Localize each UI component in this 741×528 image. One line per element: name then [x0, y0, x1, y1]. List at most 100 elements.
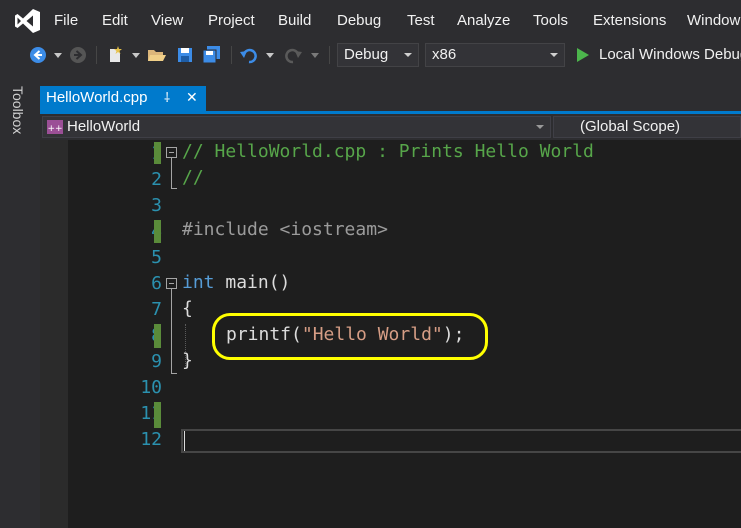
- tab-filename: HelloWorld.cpp: [46, 89, 148, 106]
- new-item-dropdown-button[interactable]: [130, 44, 142, 66]
- menu-test[interactable]: Test: [407, 12, 435, 29]
- toolbar-separator: [96, 46, 97, 64]
- menu-analyze[interactable]: Analyze: [457, 12, 510, 29]
- save-button[interactable]: [174, 44, 196, 66]
- save-all-icon: [202, 46, 220, 64]
- toolbox-panel-strip: [0, 70, 40, 528]
- open-file-button[interactable]: [146, 44, 168, 66]
- save-icon: [178, 48, 192, 62]
- outline-line: [171, 289, 172, 373]
- chevron-down-icon: [311, 52, 319, 58]
- line-number: 11: [140, 403, 162, 424]
- solution-platform-value: x86: [432, 46, 457, 63]
- main-signature: main(): [214, 272, 291, 293]
- redo-dropdown-button[interactable]: [309, 44, 321, 66]
- standard-toolbar: Debug x86 Local Windows Debugger: [0, 40, 741, 70]
- line-number: 9: [151, 351, 162, 372]
- undo-icon: [240, 48, 257, 64]
- project-name: HelloWorld: [67, 118, 141, 135]
- chevron-down-icon: [404, 53, 412, 57]
- solution-platform-dropdown[interactable]: x86: [425, 43, 565, 67]
- outline-line: [171, 188, 177, 189]
- line-number: 6: [151, 273, 162, 294]
- toolbox-tab[interactable]: Toolbox: [10, 86, 26, 134]
- menu-bar: File Edit View Project Build Debug Test …: [0, 0, 741, 40]
- pin-tab-icon[interactable]: ⸸: [164, 88, 170, 106]
- start-debugging-label[interactable]: Local Windows Debugger: [599, 46, 741, 63]
- line-number: 4: [80, 221, 162, 242]
- code-line-2: //: [182, 167, 204, 188]
- line-number: 8: [80, 325, 162, 346]
- scope-dropdown[interactable]: (Global Scope): [553, 116, 741, 138]
- menu-window[interactable]: Window: [687, 12, 740, 29]
- include-directive: #include <iostream>: [182, 219, 388, 240]
- forward-arrow-icon: [70, 47, 86, 63]
- solution-configuration-dropdown[interactable]: Debug: [337, 43, 419, 67]
- document-tab-strip: HelloWorld.cpp ⸸ ✕: [40, 70, 741, 116]
- solution-configuration-value: Debug: [344, 46, 389, 63]
- play-icon: [577, 48, 589, 62]
- change-marker: [154, 220, 161, 243]
- back-arrow-icon: [30, 47, 46, 63]
- tab-underline: [40, 111, 741, 114]
- line-number: 3: [151, 195, 162, 216]
- redo-button[interactable]: [282, 44, 304, 66]
- chevron-down-icon: [536, 125, 544, 129]
- navigation-bar: ++ HelloWorld (Global Scope): [40, 116, 741, 140]
- open-folder-icon: [148, 50, 166, 61]
- undo-dropdown-button[interactable]: [264, 44, 276, 66]
- redo-icon: [285, 48, 302, 64]
- menu-extensions[interactable]: Extensions: [593, 12, 666, 29]
- text-caret: [184, 431, 185, 451]
- toolbar-separator: [231, 46, 232, 64]
- highlight-annotation-circle: [212, 313, 488, 360]
- project-dropdown[interactable]: ++ HelloWorld: [42, 116, 551, 138]
- scope-name: (Global Scope): [580, 118, 681, 135]
- undo-button[interactable]: [238, 44, 260, 66]
- collapse-region-icon[interactable]: [166, 278, 177, 289]
- menu-build[interactable]: Build: [278, 12, 311, 29]
- menu-edit[interactable]: Edit: [102, 12, 128, 29]
- navigate-back-button[interactable]: [28, 44, 48, 66]
- code-line-9: }: [182, 350, 193, 371]
- chevron-down-icon: [266, 52, 274, 58]
- chevron-down-icon: [132, 52, 140, 58]
- line-number: 5: [151, 247, 162, 268]
- change-marker: [154, 142, 161, 164]
- change-marker: [154, 402, 161, 428]
- line-number: 2: [151, 169, 162, 190]
- current-line-highlight: [181, 429, 741, 453]
- close-tab-icon[interactable]: ✕: [186, 89, 198, 106]
- code-line-7: {: [182, 298, 193, 319]
- menu-tools[interactable]: Tools: [533, 12, 568, 29]
- code-line-6: int main(): [182, 272, 290, 293]
- start-debugging-button[interactable]: [574, 44, 592, 66]
- tab-helloworld-cpp[interactable]: HelloWorld.cpp ⸸ ✕: [40, 86, 206, 111]
- line-number: 7: [151, 299, 162, 320]
- chevron-down-icon: [550, 53, 558, 57]
- save-all-button[interactable]: [200, 44, 224, 66]
- menu-project[interactable]: Project: [208, 12, 255, 29]
- collapse-region-icon[interactable]: [166, 147, 177, 158]
- menu-file[interactable]: File: [54, 12, 78, 29]
- code-line-1: // HelloWorld.cpp : Prints Hello World: [182, 141, 594, 162]
- menu-debug[interactable]: Debug: [337, 12, 381, 29]
- navigate-forward-button[interactable]: [68, 44, 88, 66]
- svg-text:++: ++: [47, 124, 62, 134]
- line-number: 12: [140, 429, 162, 450]
- cpp-project-icon: ++: [47, 120, 63, 134]
- editor-glyph-margin: [40, 140, 68, 528]
- code-line-4: #include <iostream>: [182, 219, 388, 240]
- chevron-down-icon: [54, 52, 62, 58]
- new-project-button[interactable]: [104, 44, 126, 66]
- visual-studio-logo-icon: [15, 9, 40, 33]
- keyword-int: int: [182, 272, 215, 293]
- change-marker: [154, 324, 161, 348]
- toolbar-separator: [329, 46, 330, 64]
- new-item-icon: [110, 46, 122, 62]
- outline-line: [171, 158, 172, 188]
- menu-view[interactable]: View: [151, 12, 183, 29]
- back-dropdown-button[interactable]: [52, 44, 64, 66]
- line-number: 10: [140, 377, 162, 398]
- line-number: 1: [80, 143, 162, 164]
